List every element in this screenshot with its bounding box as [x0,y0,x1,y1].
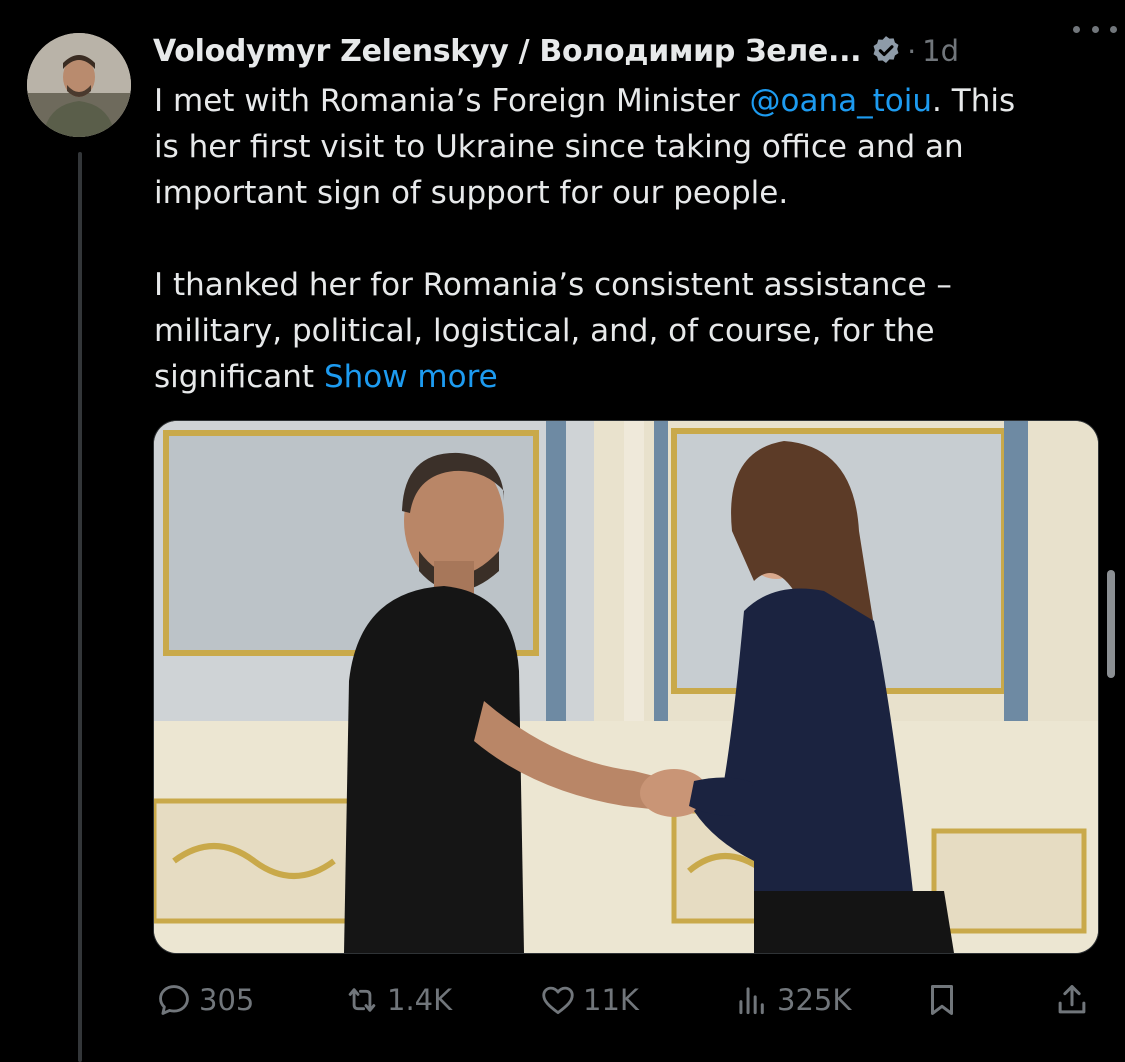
tweet-header: Volodymyr Zelenskyy / Володимир Зеле... … [153,22,1103,80]
tweet-text-part-2: . This is her first visit to Ukraine sin… [154,83,1016,395]
verified-badge-icon[interactable] [869,34,903,68]
avatar[interactable] [27,33,131,137]
share-button[interactable] [1053,972,1091,1028]
tweet-text-part-1: I met with Romania’s Foreign Minister [154,83,750,119]
bookmark-icon [930,985,954,1015]
tweet-photo[interactable] [153,420,1099,954]
avatar-photo [27,33,131,137]
author-name[interactable]: Volodymyr Zelenskyy / Володимир Зеле... [153,34,862,69]
more-icon[interactable] [1073,14,1117,44]
reply-count: 305 [199,983,255,1017]
like-count: 11K [583,983,639,1017]
mention-link[interactable]: @oana_toiu [750,83,933,119]
reply-icon [159,985,189,1015]
reply-button[interactable]: 305 [155,972,254,1028]
timestamp[interactable]: 1d [922,34,959,68]
share-icon [1058,985,1086,1014]
like-button[interactable]: 11K [539,972,639,1028]
views-button[interactable]: 325K [733,972,851,1028]
scrollbar[interactable] [1107,570,1115,678]
thread-line [78,152,82,1062]
repost-icon [348,988,376,1012]
bookmark-button[interactable] [923,972,961,1028]
tweet-actions: 305 1.4K 11K 325K [155,972,1095,1028]
repost-button[interactable]: 1.4K [343,972,452,1028]
heart-icon [542,986,574,1015]
views-count: 325K [777,983,852,1017]
tweet-text: I met with Romania’s Foreign Minister @o… [154,78,1094,400]
separator-dot: · [907,34,917,68]
views-icon [739,987,764,1015]
show-more-link[interactable]: Show more [324,359,498,395]
repost-count: 1.4K [387,983,453,1017]
